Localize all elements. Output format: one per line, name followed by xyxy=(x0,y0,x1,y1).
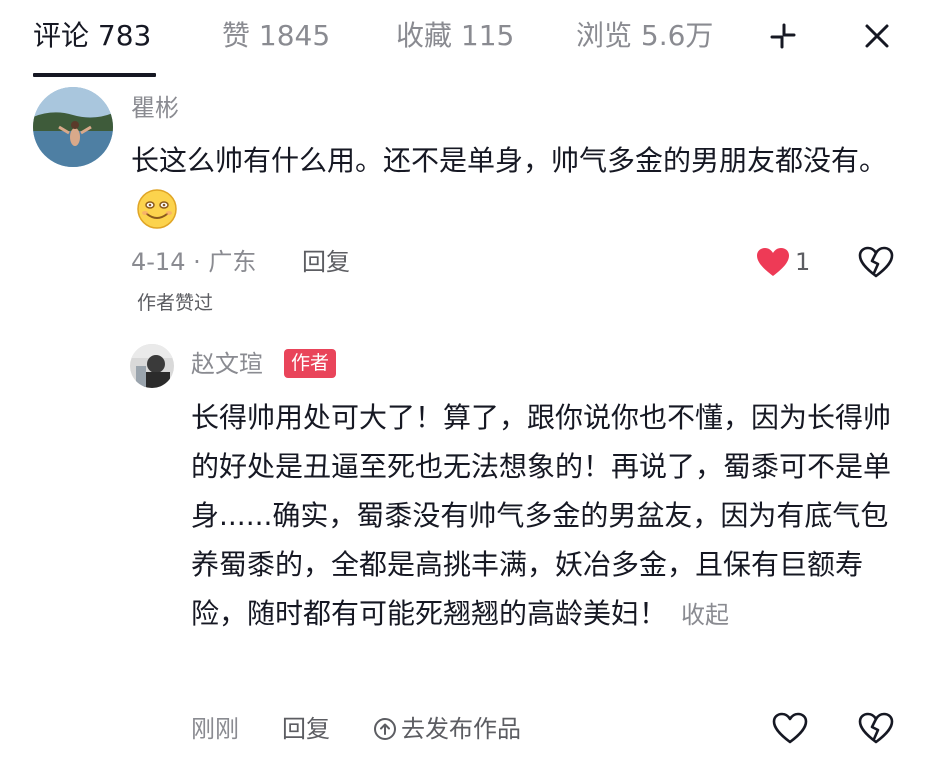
smile-emoji xyxy=(135,187,179,231)
reply-username[interactable]: 赵文瑄 xyxy=(191,348,263,380)
comment-text: 长这么帅有什么用。还不是单身，帅气多金的男朋友都没有。 xyxy=(131,136,901,234)
collapse-link[interactable]: 收起 xyxy=(681,601,729,629)
active-tab-indicator xyxy=(33,73,156,77)
go-publish-link[interactable]: 去发布作品 xyxy=(373,713,521,745)
liked-by-author-tag: 作者赞过 xyxy=(137,292,214,314)
go-publish-label: 去发布作品 xyxy=(401,715,521,743)
reply-reply-button[interactable]: 回复 xyxy=(282,713,330,745)
reply-dislike-broken-heart-icon[interactable] xyxy=(858,712,894,744)
reply-button[interactable]: 回复 xyxy=(302,246,350,278)
tab-favorites[interactable]: 收藏 115 xyxy=(396,16,514,56)
comment-username[interactable]: 瞿彬 xyxy=(131,92,179,124)
collapse-icon[interactable] xyxy=(763,16,803,56)
like-heart-icon[interactable] xyxy=(755,246,791,278)
tab-likes[interactable]: 赞 1845 xyxy=(222,16,330,56)
reply-text: 长得帅用处可大了！算了，跟你说你也不懂，因为长得帅的好处是丑逼至死也无法想象的！… xyxy=(191,393,891,640)
comment-date-location: 4-14 · 广东 xyxy=(131,248,257,276)
close-icon[interactable] xyxy=(857,16,897,56)
reply-avatar[interactable] xyxy=(130,344,174,388)
tab-comments[interactable]: 评论 783 xyxy=(33,16,151,56)
reply-like-heart-icon[interactable] xyxy=(772,712,808,744)
author-badge: 作者 xyxy=(284,349,337,378)
comment-text-content: 长这么帅有什么用。还不是单身，帅气多金的男朋友都没有。 xyxy=(131,144,888,177)
tab-views[interactable]: 浏览 5.6万 xyxy=(576,16,713,56)
arrow-up-circle-icon xyxy=(373,717,397,741)
reply-text-content: 长得帅用处可大了！算了，跟你说你也不懂，因为长得帅的好处是丑逼至死也无法想象的！… xyxy=(191,401,892,630)
dislike-broken-heart-icon[interactable] xyxy=(858,246,894,278)
avatar[interactable] xyxy=(33,87,113,167)
comment-panel-header: 评论 783 赞 1845 收藏 115 浏览 5.6万 xyxy=(0,0,929,80)
like-count: 1 xyxy=(795,248,811,276)
reply-time: 刚刚 xyxy=(191,715,239,743)
